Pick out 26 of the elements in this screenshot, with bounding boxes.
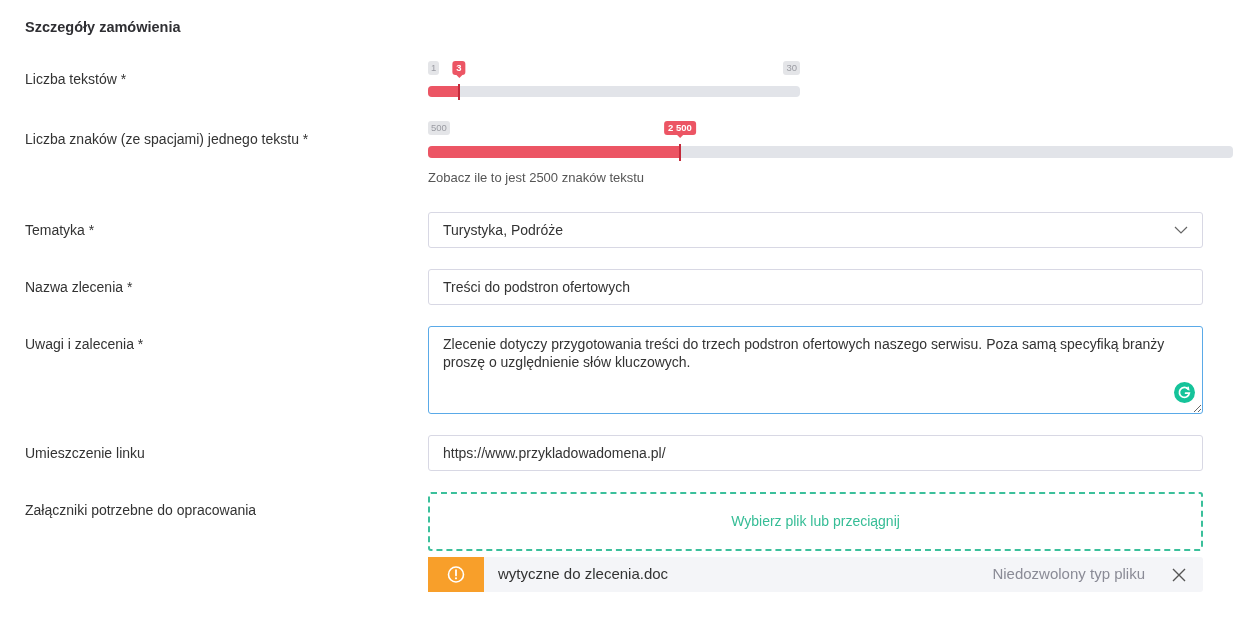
input-field[interactable]: Treści do podstron ofertowych <box>428 269 1203 305</box>
field-label: Umieszczenie linku <box>25 445 145 461</box>
textarea-field[interactable]: Zlecenie dotyczy przygotowania treści do trzech podstron ofertowych naszego serwisu. Poza samą specyfiką branży proszę o uzględnienie słów kluczowych. <box>428 326 1203 414</box>
field-label: Liczba znaków (ze spacjami) jednego tekstu * <box>25 131 309 147</box>
input-field[interactable]: https://www.przykladowadomena.pl/ <box>428 435 1203 471</box>
file-error-text: Niedozwolony typ pliku <box>992 564 1145 585</box>
slider-handle[interactable] <box>678 144 681 161</box>
chevron-down-icon <box>1174 226 1188 234</box>
slider-min-label: 1 <box>428 61 440 75</box>
field-label: Liczba tekstów * <box>25 71 127 87</box>
slider-track[interactable] <box>428 146 1233 158</box>
section-title: Szczegóły zamówienia <box>25 18 181 37</box>
file-name: wytyczne do zlecenia.doc <box>498 564 669 585</box>
slider-track[interactable] <box>428 86 800 97</box>
slider-max-label: 30 <box>783 61 800 75</box>
slider-min-label: 500 <box>428 121 450 135</box>
select-field[interactable]: Turystyka, Podróże <box>428 212 1203 248</box>
slider-handle[interactable] <box>457 84 460 100</box>
field-label: Załączniki potrzebne do opracowania <box>25 502 257 518</box>
field-label: Nazwa zlecenia * <box>25 279 133 295</box>
slider-value-label: 3 <box>452 61 466 78</box>
hint-text: Zobacz ile to jest 2500 znaków tekstu <box>428 170 645 186</box>
field-label: Tematyka * <box>25 222 95 238</box>
slider-value-label: 2 500 <box>664 121 696 138</box>
close-icon[interactable] <box>1172 567 1186 582</box>
field-label: Uwagi i zalecenia * <box>25 336 144 352</box>
